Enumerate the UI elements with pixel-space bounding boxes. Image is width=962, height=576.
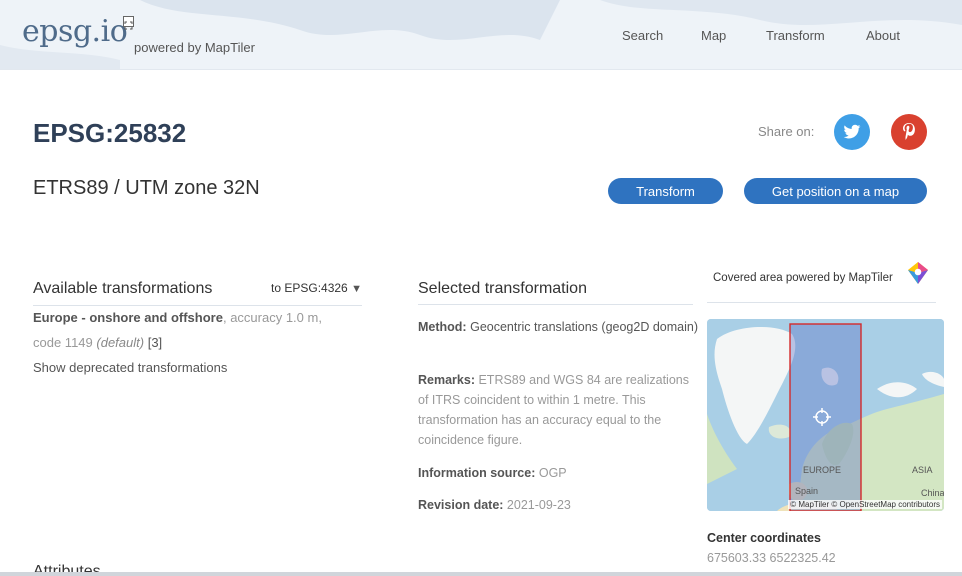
pinterest-share-button[interactable]	[891, 114, 927, 150]
method-row: Method: Geocentric translations (geog2D …	[418, 317, 698, 337]
nav-map[interactable]: Map	[701, 28, 726, 43]
target-crs-label: to EPSG:4326	[271, 281, 348, 295]
bottom-scrollbar[interactable]	[0, 572, 962, 576]
information-source-label: Information source:	[418, 466, 536, 480]
revision-date-value: 2021-09-23	[506, 498, 571, 512]
pinterest-icon	[903, 123, 915, 140]
share-label: Share on:	[758, 124, 815, 139]
crs-name: ETRS89 / UTM zone 32N	[33, 177, 260, 199]
transformation-code: code 1149	[33, 335, 93, 350]
divider	[33, 305, 362, 306]
transformation-accuracy: , accuracy 1.0 m,	[222, 310, 322, 325]
transform-button[interactable]: Transform	[608, 178, 723, 204]
divider	[707, 302, 936, 303]
nav-transform[interactable]: Transform	[766, 28, 825, 43]
transformation-default: (default)	[96, 335, 145, 350]
expand-icon[interactable]	[123, 16, 134, 30]
coverage-map[interactable]: EUROPE ASIA Spain China © MapTiler © Ope…	[707, 319, 944, 511]
divider	[418, 304, 693, 305]
selected-transformation-heading: Selected transformation	[418, 280, 587, 297]
method-label: Method:	[418, 320, 467, 334]
nav-search[interactable]: Search	[622, 28, 663, 43]
site-header: epsg.io powered by MapTiler Search Map T…	[0, 0, 962, 70]
transformation-item[interactable]: Europe - onshore and offshore, accuracy …	[33, 310, 322, 325]
powered-by-link[interactable]: powered by MapTiler	[134, 40, 255, 55]
covered-area-heading: Covered area powered by MapTiler	[713, 272, 893, 284]
map-label-china: China	[921, 488, 944, 498]
show-deprecated-link[interactable]: Show deprecated transformations	[33, 360, 227, 375]
site-logo[interactable]: epsg.io	[22, 14, 128, 49]
remarks-label: Remarks:	[418, 373, 475, 387]
nav-about[interactable]: About	[866, 28, 900, 43]
transformation-name: Europe - onshore and offshore	[33, 310, 223, 325]
logo-text: epsg.	[22, 14, 101, 49]
map-label-spain: Spain	[795, 486, 819, 496]
transformation-item-details: code 1149 (default) [3]	[33, 335, 162, 350]
information-source-row: Information source: OGP	[418, 463, 698, 483]
available-transformations-heading: Available transformations	[33, 280, 213, 297]
center-coordinates-value: 675603.33 6522325.42	[707, 551, 836, 565]
get-position-button[interactable]: Get position on a map	[744, 178, 927, 204]
map-label-asia: ASIA	[912, 465, 933, 475]
revision-date-label: Revision date:	[418, 498, 504, 512]
twitter-share-button[interactable]	[834, 114, 870, 150]
transformation-ref: [3]	[147, 335, 163, 350]
page-title: EPSG:25832	[33, 118, 187, 148]
remarks-row: Remarks: ETRS89 and WGS 84 are realizati…	[418, 370, 698, 450]
twitter-icon	[843, 124, 861, 139]
maptiler-logo-icon[interactable]	[906, 261, 930, 285]
map-label-europe: EUROPE	[803, 465, 842, 475]
information-source-value: OGP	[538, 466, 567, 480]
coverage-map-image	[707, 319, 944, 511]
target-crs-dropdown[interactable]: to EPSG:4326 ▼	[271, 281, 362, 295]
chevron-down-icon: ▼	[351, 283, 362, 295]
center-coordinates-label: Center coordinates	[707, 531, 821, 545]
map-attribution[interactable]: © MapTiler © OpenStreetMap contributors	[788, 500, 942, 509]
method-value: Geocentric translations (geog2D domain)	[470, 320, 698, 334]
revision-date-row: Revision date: 2021-09-23	[418, 495, 698, 515]
